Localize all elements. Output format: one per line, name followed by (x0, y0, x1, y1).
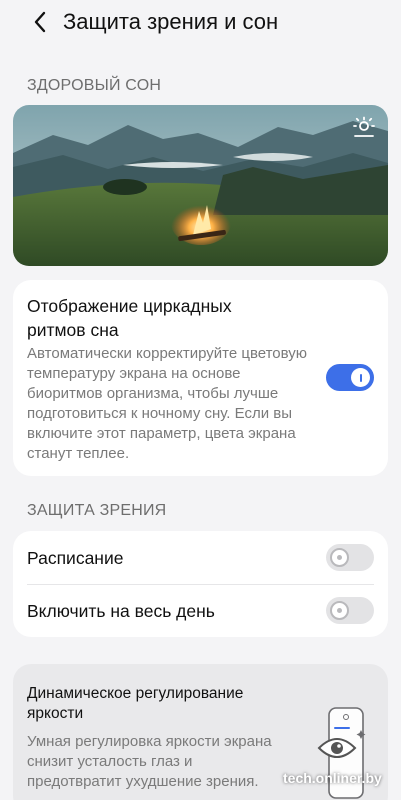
toggle-knob (330, 601, 349, 620)
circadian-title: Отображение циркадных ритмов сна (27, 296, 232, 340)
brightness-icon[interactable] (352, 116, 376, 140)
dynamic-title: Динамическое регулирование яркости (27, 685, 244, 722)
section-label-eye-protection: ЗАЩИТА ЗРЕНИЯ (27, 502, 167, 519)
schedule-label[interactable]: Расписание (27, 548, 123, 569)
hero-image (13, 105, 388, 266)
back-button[interactable] (28, 8, 52, 36)
toggle-knob (351, 368, 370, 387)
section-label-healthy-sleep: ЗДОРОВЫЙ СОН (27, 77, 162, 94)
chevron-left-icon (34, 11, 46, 33)
divider (27, 584, 374, 585)
page-title: Защита зрения и сон (63, 9, 279, 34)
circadian-card: Отображение циркадных ритмов сна Автомат… (13, 280, 388, 476)
all-day-toggle[interactable] (326, 597, 374, 624)
circadian-toggle[interactable] (326, 364, 374, 391)
all-day-label[interactable]: Включить на весь день (27, 601, 215, 622)
circadian-description: Автоматически корректируйте цветовую тем… (27, 345, 308, 462)
watermark: tech.onliner.by (283, 770, 382, 786)
eye-protection-card: Расписание Включить на весь день (13, 531, 388, 637)
schedule-toggle[interactable] (326, 544, 374, 571)
header: Защита зрения и сон (0, 0, 401, 46)
toggle-knob (330, 548, 349, 567)
dynamic-description: Умная регулировка яркости экрана снизит … (27, 733, 272, 790)
